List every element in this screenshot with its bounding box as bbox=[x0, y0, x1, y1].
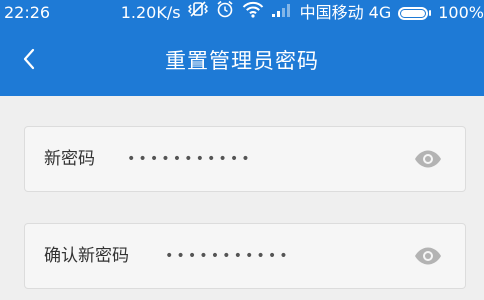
carrier-name: 中国移动 4G bbox=[299, 3, 392, 22]
battery-fill bbox=[401, 9, 426, 17]
back-button[interactable] bbox=[14, 44, 44, 78]
show-password-button[interactable] bbox=[413, 145, 443, 173]
new-password-label: 新密码 bbox=[44, 149, 95, 169]
status-time: 22:26 bbox=[4, 3, 51, 22]
vibrate-off-icon bbox=[187, 0, 208, 26]
wifi-icon bbox=[242, 0, 264, 26]
status-icons: 1.20K/s 中国移动 4G 100% bbox=[114, 0, 484, 26]
confirm-password-input[interactable] bbox=[165, 224, 405, 288]
new-password-input[interactable] bbox=[127, 127, 397, 191]
battery-tip bbox=[429, 10, 432, 16]
signal-icon bbox=[271, 0, 293, 26]
status-bar: 22:26 1.20K/s 中国移动 4G 100% bbox=[0, 0, 484, 26]
nav-bar: 重置管理员密码 bbox=[0, 26, 484, 96]
new-password-field: 新密码 bbox=[24, 126, 466, 192]
show-confirm-password-button[interactable] bbox=[413, 242, 443, 270]
chevron-left-icon bbox=[22, 48, 36, 74]
alarm-icon bbox=[215, 0, 235, 26]
eye-icon bbox=[415, 150, 441, 168]
confirm-password-label: 确认新密码 bbox=[44, 246, 129, 266]
battery-body bbox=[398, 6, 429, 20]
eye-icon bbox=[415, 247, 441, 265]
app-header: 22:26 1.20K/s 中国移动 4G 100% 重置管理员密码 bbox=[0, 0, 484, 96]
battery-percent: 100% bbox=[438, 3, 484, 22]
page-title: 重置管理员密码 bbox=[165, 49, 319, 73]
network-speed: 1.20K/s bbox=[120, 3, 181, 22]
battery-icon bbox=[398, 6, 432, 20]
confirm-password-field: 确认新密码 bbox=[24, 223, 466, 289]
